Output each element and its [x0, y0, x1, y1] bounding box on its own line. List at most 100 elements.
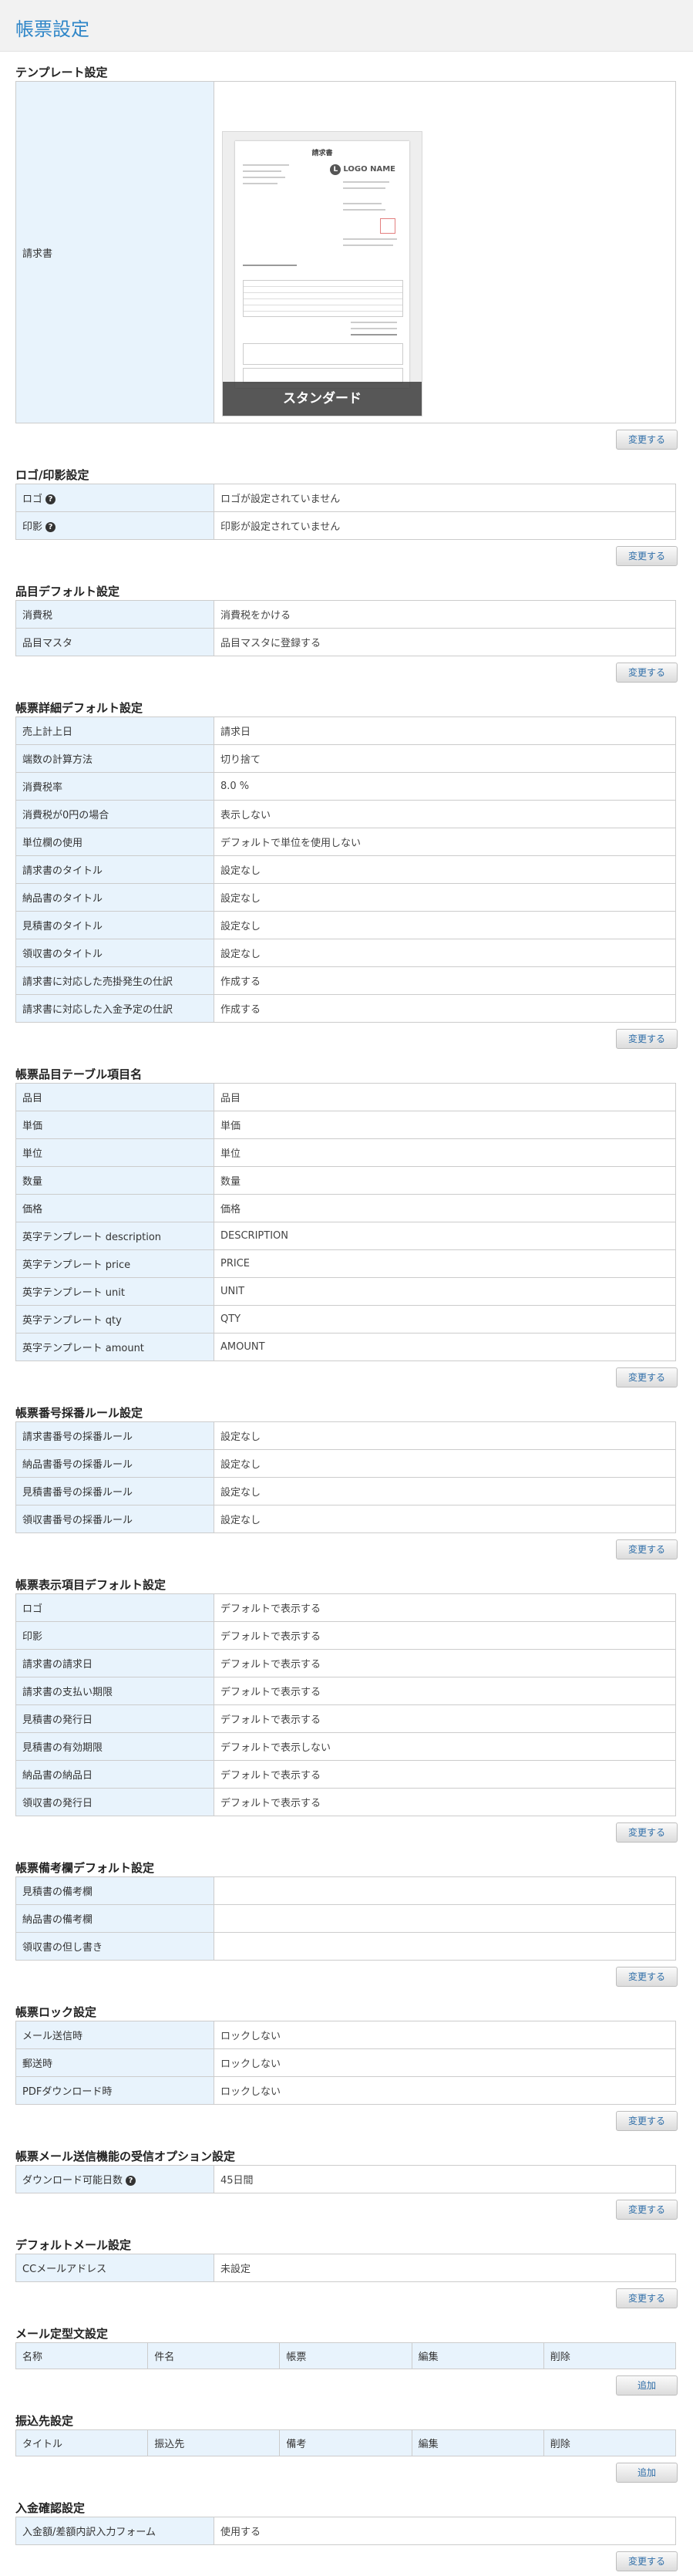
- change-display-default-button[interactable]: 変更する: [616, 1822, 678, 1843]
- section-title-item-default: 品目デフォルト設定: [15, 585, 120, 598]
- setting-row: 品目 品目: [15, 1083, 676, 1111]
- setting-key: 請求書番号の採番ルール: [15, 1421, 214, 1450]
- setting-value: 作成する: [214, 994, 676, 1023]
- display-default-table: ロゴ デフォルトで表示する 印影 デフォルトで表示する 請求書の請求日 デフォルトで表示す…: [15, 1593, 676, 1816]
- section-title-default-mail: デフォルトメール設定: [15, 2238, 132, 2252]
- change-payment-confirm-button[interactable]: 変更する: [616, 2551, 678, 2571]
- add-transfer-button[interactable]: 追加: [616, 2463, 678, 2483]
- notes-box-preview: [243, 343, 403, 365]
- setting-key: 消費税: [15, 600, 214, 629]
- setting-key: 領収書の発行日: [15, 1788, 214, 1816]
- change-template-button[interactable]: 変更する: [616, 430, 678, 450]
- template-table: 請求書 請求書 L LOGO NAME スタンダード: [15, 81, 676, 423]
- setting-value: [214, 1904, 676, 1933]
- setting-key: 売上計上日: [15, 716, 214, 745]
- setting-key: 見積書の発行日: [15, 1704, 214, 1733]
- setting-row: 請求書の支払い期限 デフォルトで表示する: [15, 1677, 676, 1705]
- setting-row: 消費税が0円の場合 表示しない: [15, 800, 676, 828]
- change-table-columns-button[interactable]: 変更する: [616, 1367, 678, 1387]
- setting-row: PDFダウンロード時 ロックしない: [15, 2076, 676, 2105]
- change-numbering-button[interactable]: 変更する: [616, 1539, 678, 1559]
- logo-table: ロゴ? ロゴが設定されていません 印影? 印影が設定されていません: [15, 484, 676, 540]
- question-circle-icon[interactable]: ?: [126, 2176, 136, 2186]
- change-lock-button[interactable]: 変更する: [616, 2111, 678, 2131]
- setting-row: 請求書の請求日 デフォルトで表示する: [15, 1649, 676, 1677]
- setting-key: 請求書に対応した入金予定の仕訳: [15, 994, 214, 1023]
- download-days-key: ダウンロード可能日数?: [15, 2165, 214, 2193]
- logo-placeholder: L LOGO NAME: [330, 164, 395, 175]
- logo-value: ロゴが設定されていません: [214, 484, 676, 512]
- change-logo-button[interactable]: 変更する: [616, 546, 678, 566]
- setting-key: 英字テンプレート amount: [15, 1333, 214, 1361]
- setting-value: 使用する: [214, 2517, 676, 2545]
- section-title-detail-default: 帳票詳細デフォルト設定: [15, 701, 143, 715]
- section-title-transfer: 振込先設定: [15, 2414, 74, 2428]
- section-title-template: テンプレート設定: [15, 66, 108, 79]
- setting-value: 切り捨て: [214, 744, 676, 773]
- template-preview[interactable]: 請求書 L LOGO NAME スタンダード: [222, 131, 422, 416]
- change-remarks-default-button[interactable]: 変更する: [616, 1967, 678, 1987]
- setting-value: 消費税をかける: [214, 600, 676, 629]
- setting-key: PDFダウンロード時: [15, 2076, 214, 2105]
- setting-value: 請求日: [214, 716, 676, 745]
- setting-value: [214, 1932, 676, 1961]
- setting-value: [214, 1876, 676, 1905]
- setting-value: 8.0 %: [214, 772, 676, 801]
- setting-key: 単価: [15, 1111, 214, 1139]
- items-grid-preview: [243, 280, 403, 317]
- template-name-label: スタンダード: [223, 382, 422, 416]
- setting-key: 見積書のタイトル: [15, 911, 214, 939]
- setting-value: デフォルトで表示する: [214, 1704, 676, 1733]
- settings-content: テンプレート設定 請求書 請求書 L LOGO NAME スタンダード 変更する…: [0, 52, 693, 2576]
- setting-row: 単価 単価: [15, 1111, 676, 1139]
- seal-key: 印影?: [15, 511, 214, 540]
- item-default-table: 消費税 消費税をかける 品目マスタ 品目マスタに登録する: [15, 600, 676, 656]
- section-title-logo: ロゴ/印影設定: [15, 468, 89, 482]
- setting-key: 見積書番号の採番ルール: [15, 1477, 214, 1505]
- setting-row: 単位欄の使用 デフォルトで単位を使用しない: [15, 828, 676, 856]
- setting-key: 納品書の備考欄: [15, 1904, 214, 1933]
- change-detail-default-button[interactable]: 変更する: [616, 1029, 678, 1049]
- setting-value: デフォルトで表示しない: [214, 1732, 676, 1761]
- setting-key: 数量: [15, 1166, 214, 1195]
- section-title-mail-template: メール定型文設定: [15, 2327, 109, 2341]
- setting-key: 単位欄の使用: [15, 828, 214, 856]
- setting-value: UNIT: [214, 1277, 676, 1306]
- change-item-default-button[interactable]: 変更する: [616, 663, 678, 683]
- setting-row: 英字テンプレート qty QTY: [15, 1305, 676, 1334]
- setting-row: 領収書の発行日 デフォルトで表示する: [15, 1788, 676, 1816]
- setting-value: デフォルトで表示する: [214, 1677, 676, 1705]
- setting-value: PRICE: [214, 1249, 676, 1278]
- setting-key: 価格: [15, 1194, 214, 1222]
- question-circle-icon[interactable]: ?: [45, 494, 56, 504]
- setting-value: デフォルトで単位を使用しない: [214, 828, 676, 856]
- setting-value: 設定なし: [214, 1449, 676, 1478]
- section-title-table-columns: 帳票品目テーブル項目名: [15, 1067, 143, 1081]
- remarks-box-preview: [243, 368, 403, 383]
- add-mail-template-button[interactable]: 追加: [616, 2375, 678, 2396]
- question-circle-icon[interactable]: ?: [45, 522, 56, 532]
- setting-row: 英字テンプレート price PRICE: [15, 1249, 676, 1278]
- mail-option-table: ダウンロード可能日数? 45日間: [15, 2165, 676, 2193]
- setting-key: 領収書のタイトル: [15, 939, 214, 967]
- change-default-mail-button[interactable]: 変更する: [616, 2288, 678, 2308]
- payment-confirm-table: 入金額/差額内訳入力フォーム 使用する: [15, 2517, 676, 2545]
- change-mail-option-button[interactable]: 変更する: [616, 2200, 678, 2220]
- setting-value: ロックしない: [214, 2048, 676, 2077]
- transfer-table: タイトル 振込先 備考 編集 削除: [15, 2429, 677, 2456]
- setting-row: CCメールアドレス 未設定: [15, 2254, 676, 2282]
- setting-key: 領収書の但し書き: [15, 1932, 214, 1961]
- setting-row: 単位 単位: [15, 1138, 676, 1167]
- setting-value: AMOUNT: [214, 1333, 676, 1361]
- setting-key: 納品書番号の採番ルール: [15, 1449, 214, 1478]
- setting-key: メール送信時: [15, 2021, 214, 2049]
- setting-row: 消費税 消費税をかける: [15, 600, 676, 629]
- section-title-mail-option: 帳票メール送信機能の受信オプション設定: [15, 2149, 236, 2163]
- setting-row: 請求書に対応した入金予定の仕訳 作成する: [15, 994, 676, 1023]
- column-header: 備考: [279, 2429, 412, 2456]
- setting-value: DESCRIPTION: [214, 1222, 676, 1250]
- setting-row: 請求書番号の採番ルール 設定なし: [15, 1421, 676, 1450]
- setting-value: 設定なし: [214, 1421, 676, 1450]
- numbering-table: 請求書番号の採番ルール 設定なし 納品書番号の採番ルール 設定なし 見積書番号の採番ルー…: [15, 1421, 676, 1533]
- setting-row: 納品書の備考欄: [15, 1904, 676, 1933]
